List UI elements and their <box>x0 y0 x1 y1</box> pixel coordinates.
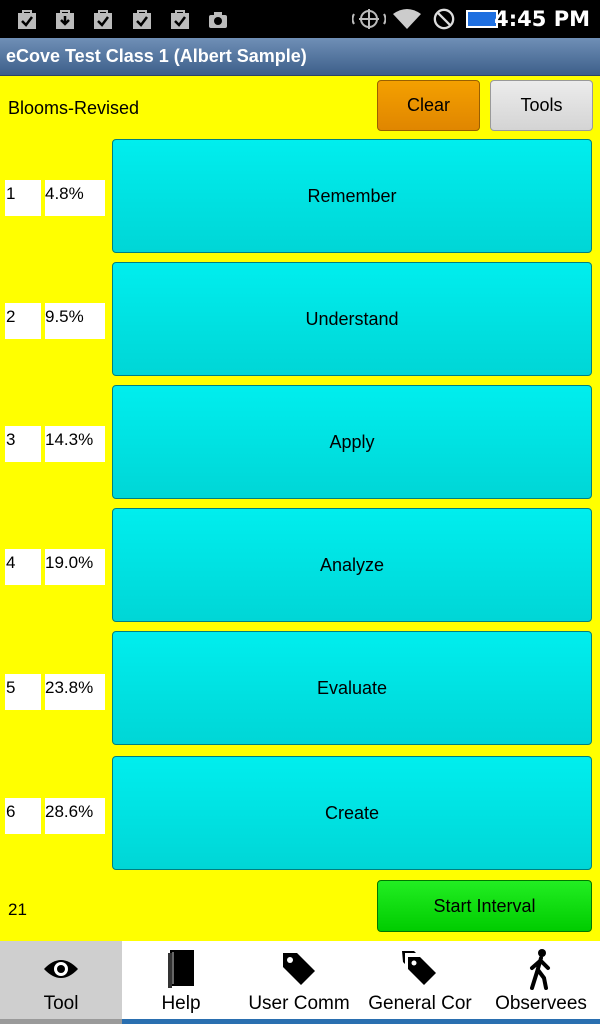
active-tab-indicator <box>0 1019 122 1024</box>
check-bag-icon <box>171 10 189 29</box>
tab-tool[interactable]: Tool <box>0 941 122 1024</box>
status-bar: 4:45 PM <box>0 0 600 38</box>
start-interval-button[interactable]: Start Interval <box>377 880 592 932</box>
total-count: 21 <box>8 900 27 919</box>
category-percent: 14.3% <box>45 426 105 462</box>
location-icon <box>352 9 386 29</box>
walking-person-icon <box>521 949 561 990</box>
tab-general-comments[interactable]: General Cor <box>358 941 482 1024</box>
tab-label: User Comm <box>248 993 350 1014</box>
category-percent: 23.8% <box>45 674 105 710</box>
tag-icon <box>279 949 319 989</box>
tab-help[interactable]: Help <box>122 941 240 1024</box>
category-button-create[interactable]: Create <box>112 756 592 870</box>
category-number: 4 <box>5 549 41 585</box>
tab-label: Help <box>161 993 201 1014</box>
tab-user-comments[interactable]: User Comm <box>240 941 358 1024</box>
category-percent: 19.0% <box>45 549 105 585</box>
category-number: 1 <box>5 180 41 216</box>
category-percent: 9.5% <box>45 303 105 339</box>
app-title: eCove Test Class 1 (Albert Sample) <box>6 46 307 66</box>
check-bag-icon <box>94 10 112 29</box>
clock: 4:45 PM <box>494 7 590 31</box>
tab-label: Observees <box>495 993 587 1014</box>
book-icon <box>161 949 201 989</box>
category-number: 6 <box>5 798 41 834</box>
tool-name-label: Blooms-Revised <box>8 98 140 118</box>
wifi-icon <box>393 9 421 29</box>
category-number: 3 <box>5 426 41 462</box>
tab-observees[interactable]: Observees <box>482 941 600 1024</box>
eye-icon <box>41 949 81 989</box>
tools-button[interactable]: Tools <box>490 80 593 131</box>
download-bag-icon <box>56 10 74 29</box>
camera-icon <box>209 12 227 28</box>
check-bag-icon <box>18 10 36 29</box>
category-button-remember[interactable]: Remember <box>112 139 592 253</box>
category-number: 5 <box>5 674 41 710</box>
tags-icon <box>400 949 440 989</box>
category-button-evaluate[interactable]: Evaluate <box>112 631 592 745</box>
bottom-navigation: Tool Help User Comm General Cor Observee… <box>0 941 600 1024</box>
category-percent: 4.8% <box>45 180 105 216</box>
check-bag-icon <box>133 10 151 29</box>
clear-button[interactable]: Clear <box>377 80 480 131</box>
category-button-analyze[interactable]: Analyze <box>112 508 592 622</box>
category-percent: 28.6% <box>45 798 105 834</box>
tab-bar-underline <box>122 1019 600 1024</box>
category-button-apply[interactable]: Apply <box>112 385 592 499</box>
title-bar: eCove Test Class 1 (Albert Sample) <box>0 38 600 76</box>
tab-label: General Cor <box>368 993 472 1014</box>
block-icon <box>433 8 455 30</box>
tab-label: Tool <box>43 993 79 1014</box>
category-number: 2 <box>5 303 41 339</box>
category-button-understand[interactable]: Understand <box>112 262 592 376</box>
